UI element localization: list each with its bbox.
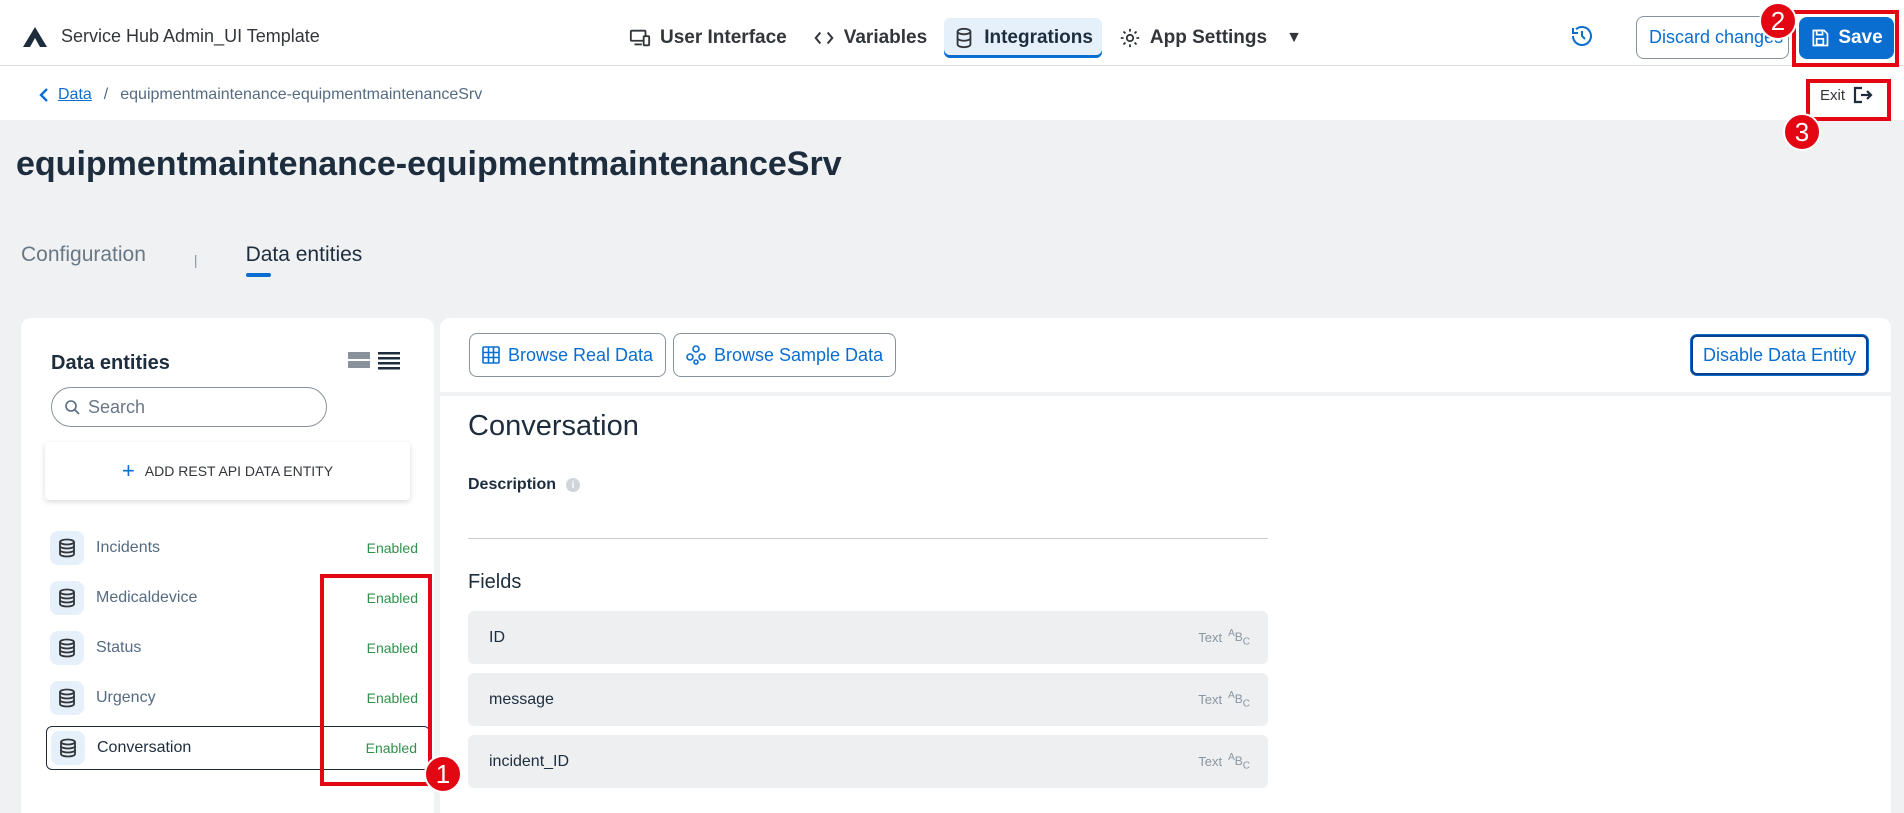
button-label: Browse Real Data bbox=[508, 344, 654, 365]
entity-title: Conversation bbox=[468, 410, 639, 442]
field-row[interactable]: message Text ABC bbox=[468, 673, 1268, 726]
annotation-marker-1: 1 bbox=[424, 755, 462, 793]
database-icon bbox=[51, 731, 85, 765]
page-title: equipmentmaintenance-equipmentmaintenanc… bbox=[16, 145, 842, 183]
database-icon bbox=[50, 581, 84, 615]
nav-user-interface[interactable]: User Interface bbox=[620, 18, 796, 58]
entity-name: Incidents bbox=[96, 539, 161, 556]
top-bar: Service Hub Admin_UI Template User Inter… bbox=[0, 0, 1904, 65]
disable-data-entity-button[interactable]: Disable Data Entity bbox=[1691, 335, 1869, 375]
nav-label: Integrations bbox=[984, 27, 1093, 48]
code-icon bbox=[814, 31, 834, 45]
field-type: Text ABC bbox=[1198, 690, 1250, 709]
field-type-label: Text bbox=[1198, 753, 1223, 769]
annotation-box-3 bbox=[1806, 79, 1891, 121]
database-icon bbox=[50, 531, 84, 565]
breadcrumb-current: equipmentmaintenance-equipmentmaintenanc… bbox=[120, 86, 483, 103]
database-icon bbox=[956, 27, 972, 49]
nav-label: App Settings bbox=[1149, 27, 1268, 48]
devices-icon bbox=[629, 29, 651, 47]
description-field[interactable] bbox=[468, 538, 1268, 539]
sample-data-icon bbox=[686, 345, 706, 365]
entity-name: Status bbox=[96, 639, 142, 656]
tab-configuration[interactable]: Configuration bbox=[21, 243, 146, 277]
entity-toolbar: Browse Real Data Browse Sample Data Disa… bbox=[440, 318, 1891, 392]
annotation-box-1 bbox=[320, 574, 432, 786]
panel-title: Data entities bbox=[51, 352, 170, 374]
entity-detail-panel: Conversation Description i Fields ID Tex… bbox=[440, 396, 1891, 813]
nav-variables[interactable]: Variables bbox=[804, 18, 936, 58]
nav-integrations[interactable]: Integrations bbox=[944, 18, 1102, 58]
field-row[interactable]: ID Text ABC bbox=[468, 611, 1268, 664]
main-nav: User Interface Variables Integrations Ap… bbox=[620, 18, 1311, 58]
description-text: Description bbox=[468, 476, 557, 493]
browse-sample-data-button[interactable]: Browse Sample Data bbox=[673, 333, 897, 377]
field-row[interactable]: incident_ID Text ABC bbox=[468, 735, 1268, 788]
field-name: message bbox=[489, 690, 554, 708]
field-type: Text ABC bbox=[1198, 752, 1250, 771]
entity-name: Conversation bbox=[97, 739, 192, 756]
add-rest-api-data-entity-button[interactable]: + ADD REST API DATA ENTITY bbox=[45, 442, 410, 500]
nav-app-settings[interactable]: App Settings ▼ bbox=[1110, 18, 1311, 58]
field-type: Text ABC bbox=[1198, 628, 1250, 647]
entity-name: Medicaldevice bbox=[96, 589, 198, 606]
chevron-down-icon[interactable]: ▼ bbox=[1286, 29, 1302, 47]
app-title: Service Hub Admin_UI Template bbox=[61, 26, 320, 46]
annotation-marker-2: 2 bbox=[1759, 2, 1797, 40]
field-name: ID bbox=[489, 628, 505, 646]
app-logo-icon bbox=[23, 27, 47, 47]
browse-real-data-button[interactable]: Browse Real Data bbox=[469, 333, 667, 377]
grid-icon bbox=[482, 346, 500, 364]
breadcrumb-separator: / bbox=[103, 86, 109, 103]
tab-separator: | bbox=[193, 252, 198, 268]
text-type-icon: ABC bbox=[1228, 627, 1250, 648]
nav-label: Variables bbox=[843, 27, 928, 48]
breadcrumb-link-data[interactable]: Data bbox=[58, 86, 92, 104]
fields-label: Fields bbox=[468, 571, 522, 593]
view-toggle bbox=[348, 350, 400, 370]
list-item-incidents[interactable]: Incidents Enabled bbox=[46, 526, 430, 570]
breadcrumb: Data / equipmentmaintenance-equipmentmai… bbox=[38, 86, 482, 104]
search-icon bbox=[65, 400, 80, 415]
card-view-icon[interactable] bbox=[348, 350, 370, 370]
database-icon bbox=[50, 631, 84, 665]
database-icon bbox=[50, 681, 84, 715]
field-type-label: Text bbox=[1198, 691, 1223, 707]
status-badge: Enabled bbox=[366, 540, 418, 556]
add-label: ADD REST API DATA ENTITY bbox=[144, 463, 334, 479]
breadcrumb-bar: Data / equipmentmaintenance-equipmentmai… bbox=[0, 66, 1904, 120]
tab-bar: Configuration | Data entities bbox=[21, 243, 362, 277]
list-view-icon[interactable] bbox=[378, 350, 400, 370]
annotation-marker-3: 3 bbox=[1783, 113, 1821, 151]
history-icon[interactable] bbox=[1570, 24, 1594, 48]
search-placeholder: Search bbox=[88, 396, 146, 417]
text-type-icon: ABC bbox=[1228, 751, 1250, 772]
search-input[interactable]: Search bbox=[51, 387, 327, 427]
entity-name: Urgency bbox=[96, 689, 156, 706]
plus-icon: + bbox=[121, 458, 135, 483]
text-type-icon: ABC bbox=[1228, 689, 1250, 710]
description-label: Description i bbox=[468, 476, 581, 494]
field-name: incident_ID bbox=[489, 752, 570, 770]
annotation-box-2 bbox=[1792, 10, 1899, 67]
chevron-left-icon[interactable] bbox=[38, 87, 50, 103]
button-label: Browse Sample Data bbox=[714, 344, 884, 365]
tab-data-entities[interactable]: Data entities bbox=[246, 243, 363, 277]
info-icon[interactable]: i bbox=[566, 478, 581, 492]
gear-icon bbox=[1120, 28, 1140, 48]
active-tab-indicator bbox=[246, 273, 271, 277]
nav-label: User Interface bbox=[660, 27, 787, 48]
field-type-label: Text bbox=[1198, 629, 1223, 645]
